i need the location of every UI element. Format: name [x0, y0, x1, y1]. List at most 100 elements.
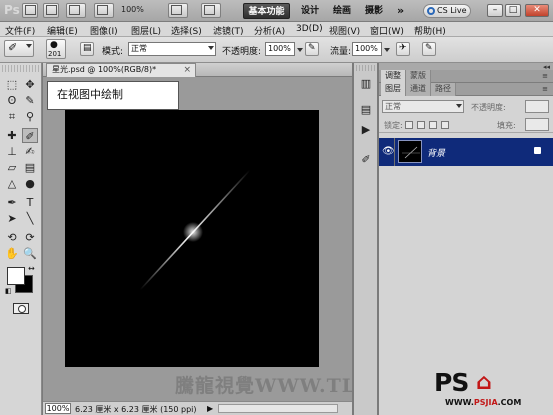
- tool-preset-picker[interactable]: ✐: [4, 40, 34, 57]
- menu-filter[interactable]: 滤镜(T): [213, 24, 244, 37]
- flow-input[interactable]: 100%: [352, 42, 382, 56]
- layer-comps-icon[interactable]: ▥: [358, 77, 374, 91]
- gradient-tool-icon[interactable]: ▤: [22, 160, 38, 175]
- eraser-tool-icon[interactable]: ▱: [4, 160, 20, 175]
- quick-select-tool-icon[interactable]: ✎: [22, 93, 38, 108]
- chevron-down-icon: [208, 46, 214, 50]
- default-colors-icon[interactable]: ◧: [5, 287, 12, 295]
- document-canvas[interactable]: [65, 110, 319, 367]
- menu-select[interactable]: 选择(S): [171, 24, 202, 37]
- type-tool-icon[interactable]: T: [22, 195, 38, 210]
- status-menu-arrow-icon[interactable]: ▶: [207, 404, 213, 413]
- launch-mini-bridge-button[interactable]: [43, 3, 59, 18]
- more-workspaces-button[interactable]: »: [391, 3, 410, 19]
- marquee-tool-icon[interactable]: ⬚: [4, 77, 20, 92]
- opacity-input[interactable]: 100%: [265, 42, 295, 56]
- toolbox-grip[interactable]: [2, 65, 39, 72]
- menu-image[interactable]: 图像(I): [90, 24, 118, 37]
- workspace-photography-button[interactable]: 摄影: [359, 3, 389, 19]
- tab-adjustments[interactable]: 调整: [381, 70, 406, 83]
- tab-channels[interactable]: 通道: [406, 83, 431, 96]
- launch-bridge-button[interactable]: [22, 3, 38, 18]
- dodge-tool-icon[interactable]: ●: [22, 176, 38, 191]
- actions-icon[interactable]: ▶: [358, 123, 374, 137]
- lock-transparent-icon[interactable]: [405, 121, 413, 129]
- panel-menu-icon[interactable]: ≡: [540, 72, 550, 80]
- bridge-icon: [25, 5, 36, 15]
- status-zoom-field[interactable]: 100%: [45, 403, 71, 414]
- brush-tool-icon[interactable]: ✐: [22, 128, 38, 143]
- tab-paths[interactable]: 路径: [431, 83, 456, 96]
- cs-live-button[interactable]: CS Live: [423, 4, 471, 18]
- menu-3d[interactable]: 3D(D): [296, 24, 323, 34]
- lock-all-icon[interactable]: [441, 121, 449, 129]
- path-select-tool-icon[interactable]: ➤: [4, 211, 20, 226]
- maximize-button[interactable]: □: [505, 4, 521, 17]
- workspace-design-button[interactable]: 设计: [295, 3, 325, 19]
- zoom-tool-icon[interactable]: 🔍: [22, 246, 38, 261]
- menu-analysis[interactable]: 分析(A): [254, 24, 285, 37]
- pressure-size-button[interactable]: ✎: [422, 42, 436, 56]
- brush-preset-button[interactable]: ● 201: [46, 39, 66, 59]
- menu-help[interactable]: 帮助(H): [414, 24, 446, 37]
- hand-tool-button[interactable]: [94, 3, 114, 18]
- lock-pixels-icon[interactable]: [417, 121, 425, 129]
- hand-tool-icon[interactable]: ✋: [4, 246, 20, 261]
- blur-tool-icon[interactable]: △: [4, 176, 20, 191]
- menu-edit[interactable]: 编辑(E): [47, 24, 78, 37]
- menu-layer[interactable]: 图层(L): [131, 24, 161, 37]
- brush-preset-icon: ✐: [8, 41, 18, 54]
- fill-input[interactable]: [525, 118, 549, 131]
- history-icon[interactable]: ▤: [358, 103, 374, 117]
- blend-mode-select[interactable]: 正常: [382, 100, 464, 113]
- close-document-icon[interactable]: ×: [183, 64, 191, 76]
- layers-panel-menu-icon[interactable]: ≡: [540, 85, 550, 93]
- tab-masks[interactable]: 蒙版: [406, 70, 431, 83]
- airbrush-button[interactable]: ✈: [396, 42, 410, 56]
- tab-layers[interactable]: 图层: [381, 83, 406, 96]
- flow-slider-icon[interactable]: [384, 48, 390, 52]
- move-tool-icon[interactable]: ✥: [22, 77, 38, 92]
- minimize-button[interactable]: –: [487, 4, 503, 17]
- lock-position-icon[interactable]: [429, 121, 437, 129]
- panel-dock-grip[interactable]: ◂◂: [379, 63, 553, 71]
- close-window-button[interactable]: ✕: [525, 4, 549, 17]
- horizontal-scrollbar[interactable]: [218, 404, 338, 413]
- menu-view[interactable]: 视图(V): [329, 24, 360, 37]
- mode-value: 正常: [131, 44, 147, 53]
- lasso-tool-icon[interactable]: ʘ: [4, 93, 20, 108]
- eyedropper-tool-icon[interactable]: ⚲: [22, 109, 38, 124]
- workspace-painting-button[interactable]: 绘画: [327, 3, 357, 19]
- workspace-basic-button[interactable]: 基本功能: [243, 3, 290, 19]
- swap-colors-icon[interactable]: ↔: [28, 264, 35, 273]
- zoom-level[interactable]: 100%: [121, 5, 144, 14]
- menu-file[interactable]: 文件(F): [5, 24, 35, 37]
- screen-mode-button[interactable]: [201, 3, 221, 18]
- layer-row-background[interactable]: 👁 背景: [379, 138, 553, 166]
- arrange-documents-button[interactable]: [168, 3, 188, 18]
- document-workspace[interactable]: 在视图中绘制 騰龍視覺WWW.TLV: [43, 77, 352, 401]
- 3d-rotate-tool-icon[interactable]: ⟲: [4, 230, 20, 245]
- layer-opacity-input[interactable]: [525, 100, 549, 113]
- view-extras-button[interactable]: [66, 3, 86, 18]
- history-brush-tool-icon[interactable]: ✍: [22, 144, 38, 159]
- opacity-slider-icon[interactable]: [297, 48, 303, 52]
- quick-mask-button[interactable]: [13, 303, 29, 314]
- toggle-brush-panel-button[interactable]: ▤: [80, 42, 94, 56]
- dock-grip[interactable]: [356, 65, 376, 71]
- layers-panel-tabs: 图层 通道 路径 ≡: [379, 83, 553, 96]
- menu-window[interactable]: 窗口(W): [370, 24, 404, 37]
- crop-tool-icon[interactable]: ⌗: [4, 109, 20, 124]
- pressure-opacity-button[interactable]: ✎: [305, 42, 319, 56]
- pen-tool-icon[interactable]: ✒: [4, 195, 20, 210]
- mode-select[interactable]: 正常: [128, 42, 216, 56]
- foreground-color-swatch[interactable]: [7, 267, 25, 285]
- eye-icon[interactable]: 👁: [382, 146, 395, 157]
- brushes-icon[interactable]: ✐: [358, 153, 374, 167]
- healing-tool-icon[interactable]: ✚: [4, 128, 20, 143]
- stamp-tool-icon[interactable]: ⊥: [4, 144, 20, 159]
- 3d-orbit-tool-icon[interactable]: ⟳: [22, 230, 38, 245]
- shape-tool-icon[interactable]: ╲: [22, 211, 38, 226]
- flow-value: 100%: [355, 44, 378, 53]
- document-tab[interactable]: 星光.psd @ 100%(RGB/8)* ×: [46, 63, 196, 77]
